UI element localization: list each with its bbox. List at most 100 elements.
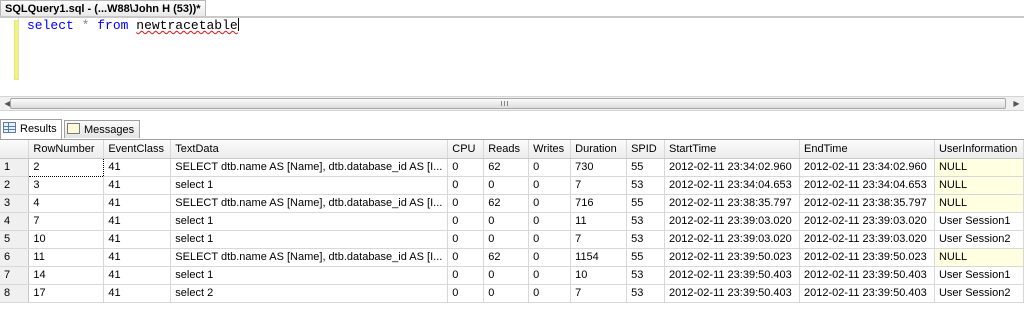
row-number-cell[interactable]: 1: [0, 158, 30, 177]
grid-cell[interactable]: 62: [483, 158, 530, 177]
grid-cell[interactable]: 2012-02-11 23:34:04.653: [799, 176, 935, 195]
grid-cell[interactable]: 2: [28, 157, 105, 177]
table-row[interactable]: 8 17 41 select 2 0 0 0 7 53 2012-02-11 23:39:50.4…: [0, 284, 1024, 303]
grid-cell[interactable]: 53: [626, 230, 666, 249]
grid-cell[interactable]: 1154: [570, 248, 628, 267]
grid-cell[interactable]: 0: [528, 194, 572, 213]
tab-messages[interactable]: Messages: [64, 120, 140, 138]
grid-cell[interactable]: 11: [570, 212, 628, 231]
grid-cell[interactable]: NULL: [934, 158, 1024, 177]
table-row[interactable]: 4 7 41 select 1 0 0 0 11 53 2012-02-11 23:39:03.0…: [0, 212, 1024, 231]
grid-cell[interactable]: 0: [483, 284, 530, 303]
grid-cell[interactable]: 14: [28, 266, 105, 285]
grid-cell[interactable]: 2012-02-11 23:39:03.020: [664, 230, 800, 249]
grid-cell[interactable]: 0: [483, 176, 530, 195]
grid-cell[interactable]: 2012-02-11 23:34:02.960: [664, 158, 800, 177]
grid-cell[interactable]: 2012-02-11 23:39:03.020: [799, 212, 935, 231]
row-number-cell[interactable]: 4: [0, 212, 30, 231]
column-header[interactable]: SPID: [626, 140, 666, 159]
column-header[interactable]: UserInformation: [934, 140, 1024, 159]
row-number-cell[interactable]: 6: [0, 248, 30, 267]
grid-cell[interactable]: 7: [570, 230, 628, 249]
grid-cell[interactable]: 7: [28, 212, 105, 231]
grid-cell[interactable]: 2012-02-11 23:34:02.960: [799, 158, 935, 177]
grid-cell[interactable]: NULL: [934, 176, 1024, 195]
grid-cell[interactable]: 0: [483, 266, 530, 285]
row-number-cell[interactable]: 3: [0, 194, 30, 213]
column-header[interactable]: CPU: [447, 140, 485, 159]
grid-cell[interactable]: 730: [570, 158, 628, 177]
grid-cell[interactable]: 0: [447, 266, 485, 285]
grid-cell[interactable]: 7: [570, 284, 628, 303]
row-number-cell[interactable]: 2: [0, 176, 30, 195]
row-number-cell[interactable]: 7: [0, 266, 30, 285]
column-header[interactable]: StartTime: [664, 140, 800, 159]
grid-cell[interactable]: 55: [626, 248, 666, 267]
grid-cell[interactable]: 2012-02-11 23:39:50.023: [664, 248, 800, 267]
grid-cell[interactable]: 0: [447, 248, 485, 267]
grid-cell[interactable]: 41: [103, 284, 172, 303]
grid-cell[interactable]: 41: [103, 176, 172, 195]
grid-cell[interactable]: 41: [103, 158, 172, 177]
grid-cell[interactable]: 716: [570, 194, 628, 213]
grid-cell[interactable]: 2012-02-11 23:39:50.023: [799, 248, 935, 267]
grid-cell[interactable]: 41: [103, 194, 172, 213]
grid-cell[interactable]: NULL: [934, 194, 1024, 213]
grid-cell[interactable]: 53: [626, 284, 666, 303]
grid-cell[interactable]: 41: [103, 230, 172, 249]
grid-cell[interactable]: 2012-02-11 23:39:50.403: [799, 266, 935, 285]
grid-cell[interactable]: 10: [570, 266, 628, 285]
grid-cell[interactable]: 0: [528, 284, 572, 303]
grid-cell[interactable]: 0: [447, 212, 485, 231]
grid-cell[interactable]: User Session1: [934, 266, 1024, 285]
grid-cell[interactable]: 0: [528, 230, 572, 249]
grid-cell[interactable]: 0: [528, 266, 572, 285]
column-header[interactable]: EndTime: [799, 140, 935, 159]
grid-cell[interactable]: 0: [483, 212, 530, 231]
grid-cell[interactable]: 53: [626, 266, 666, 285]
grid-cell[interactable]: 2012-02-11 23:39:03.020: [664, 212, 800, 231]
grid-cell[interactable]: select 2: [170, 284, 449, 303]
grid-cell[interactable]: 2012-02-11 23:39:50.403: [799, 284, 935, 303]
grid-cell[interactable]: 62: [483, 248, 530, 267]
grid-cell[interactable]: 2012-02-11 23:39:50.403: [664, 284, 800, 303]
grid-cell[interactable]: 0: [528, 248, 572, 267]
grid-cell[interactable]: select 1: [170, 212, 449, 231]
grid-cell[interactable]: 11: [28, 248, 105, 267]
editor-horizontal-scrollbar[interactable]: ◀ ▶: [0, 96, 1024, 111]
grid-cell[interactable]: 3: [28, 176, 105, 195]
grid-cell[interactable]: 0: [447, 230, 485, 249]
grid-cell[interactable]: 2012-02-11 23:38:35.797: [799, 194, 935, 213]
column-header[interactable]: TextData: [170, 140, 449, 159]
table-row[interactable]: 5 10 41 select 1 0 0 0 7 53 2012-02-11 23:39:03.0…: [0, 230, 1024, 249]
grid-cell[interactable]: 0: [447, 284, 485, 303]
table-row[interactable]: 2 3 41 select 1 0 0 0 7 53 2012-02-11 23:34:04.65…: [0, 176, 1024, 195]
grid-cell[interactable]: 2012-02-11 23:34:04.653: [664, 176, 800, 195]
results-grid[interactable]: RowNumber EventClass TextData CPU Reads …: [0, 140, 1024, 303]
grid-cell[interactable]: 0: [447, 194, 485, 213]
column-header[interactable]: RowNumber: [28, 140, 105, 159]
column-header[interactable]: Duration: [570, 140, 628, 159]
row-number-corner[interactable]: [0, 140, 30, 159]
grid-cell[interactable]: 53: [626, 176, 666, 195]
table-row[interactable]: 1 2 41 SELECT dtb.name AS [Name], dtb.datab…: [0, 157, 1024, 177]
column-header[interactable]: EventClass: [103, 140, 172, 159]
grid-cell[interactable]: NULL: [934, 248, 1024, 267]
grid-cell[interactable]: 0: [483, 230, 530, 249]
grid-cell[interactable]: 62: [483, 194, 530, 213]
grid-cell[interactable]: select 1: [170, 176, 449, 195]
table-row[interactable]: 3 4 41 SELECT dtb.name AS [Name], dtb.datab…: [0, 194, 1024, 213]
grid-cell[interactable]: 4: [28, 194, 105, 213]
grid-cell[interactable]: 53: [626, 212, 666, 231]
grid-cell[interactable]: User Session1: [934, 212, 1024, 231]
grid-cell[interactable]: select 1: [170, 266, 449, 285]
grid-cell[interactable]: SELECT dtb.name AS [Name], dtb.database_…: [170, 194, 449, 213]
grid-cell[interactable]: 2012-02-11 23:39:50.403: [664, 266, 800, 285]
grid-cell[interactable]: SELECT dtb.name AS [Name], dtb.database_…: [170, 158, 449, 177]
grid-cell[interactable]: 2012-02-11 23:38:35.797: [664, 194, 800, 213]
column-header[interactable]: Writes: [528, 140, 572, 159]
scroll-right-arrow-icon[interactable]: ▶: [1011, 98, 1022, 109]
grid-cell[interactable]: 41: [103, 266, 172, 285]
grid-cell[interactable]: 10: [28, 230, 105, 249]
grid-cell[interactable]: 7: [570, 176, 628, 195]
